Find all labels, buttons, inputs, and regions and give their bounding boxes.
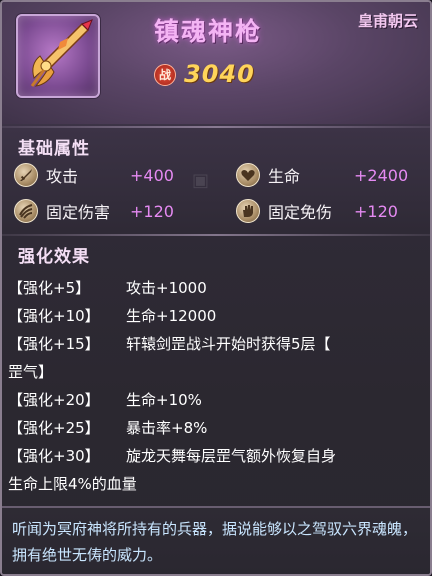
stat-attack: 攻击 +400 [14,162,214,188]
stat-value: +120 [130,201,174,221]
enhance-tier: 【强化+10】 [8,307,100,325]
flavor-text: 听闻为冥府神将所持有的兵器，据说能够以之驾驭六界魂魄，拥有绝世无俦的威力。 [12,520,418,564]
item-owner: 皇甫朝云 [357,12,418,30]
stat-label: 攻击 [46,167,79,186]
enhance-tier: 【强化+20】 [8,391,100,409]
stat-label: 生命 [268,167,301,186]
enhance-row: 【强化+15】 轩辕剑罡战斗开始时获得5层【 [8,330,420,358]
enhance-tier: 【强化+15】 [8,335,100,353]
enhance-row: 【强化+20】 生命+10% [8,386,420,414]
enhance-desc: 轩辕剑罡战斗开始时获得5层【 [126,335,331,353]
enhance-desc: 旋龙天舞每层罡气额外恢复自身 [126,447,337,465]
stat-value: +400 [130,165,174,185]
enhance-row-continuation: 生命上限4%的血量 [8,470,420,498]
enhance-desc: 攻击+1000 [126,279,207,297]
enhance-desc-continuation: 生命上限4%的血量 [8,475,137,493]
sword-icon [14,163,38,187]
divider [2,234,430,236]
item-tooltip-panel: 镇魂神枪 皇甫朝云 战 3040 ▣ 基础属性 攻击 +400 生命 +2400… [0,0,432,576]
flavor-section: 听闻为冥府神将所持有的兵器，据说能够以之驾驭六界魂魄，拥有绝世无俦的威力。 [2,506,430,574]
enhance-tier: 【强化+25】 [8,419,100,437]
enhance-row-continuation: 罡气】 [8,358,420,386]
enhance-row: 【强化+10】 生命+12000 [8,302,420,330]
spear-weapon-icon[interactable] [16,14,100,98]
power-badge-icon: 战 [154,64,176,86]
stat-fixed-reduction: 固定免伤 +120 [236,198,426,224]
stat-label: 固定免伤 [268,203,333,222]
basic-attributes-title: 基础属性 [18,139,90,159]
item-header: 镇魂神枪 皇甫朝云 战 3040 [2,2,430,124]
palm-icon [236,199,260,223]
enhance-tier: 【强化+30】 [8,447,100,465]
stat-fixed-damage: 固定伤害 +120 [14,198,214,224]
enhance-tier: 【强化+5】 [8,279,91,297]
enhance-desc-continuation: 罡气】 [8,363,54,381]
stat-hp: 生命 +2400 [236,162,426,188]
enhance-effects-title: 强化效果 [18,247,90,267]
power-value: 3040 [184,60,255,88]
claw-icon [14,199,38,223]
enhance-desc: 生命+10% [126,391,202,409]
divider [2,126,430,128]
stat-value: +2400 [354,165,409,185]
stat-label: 固定伤害 [46,203,111,222]
enhance-row: 【强化+5】 攻击+1000 [8,274,420,302]
enhance-desc: 生命+12000 [126,307,217,325]
item-name: 镇魂神枪 [154,17,263,46]
enhance-row: 【强化+30】 旋龙天舞每层罡气额外恢复自身 [8,442,420,470]
stat-value: +120 [354,201,398,221]
enhance-desc: 暴击率+8% [126,419,208,437]
enhance-row: 【强化+25】 暴击率+8% [8,414,420,442]
heart-icon [236,163,260,187]
